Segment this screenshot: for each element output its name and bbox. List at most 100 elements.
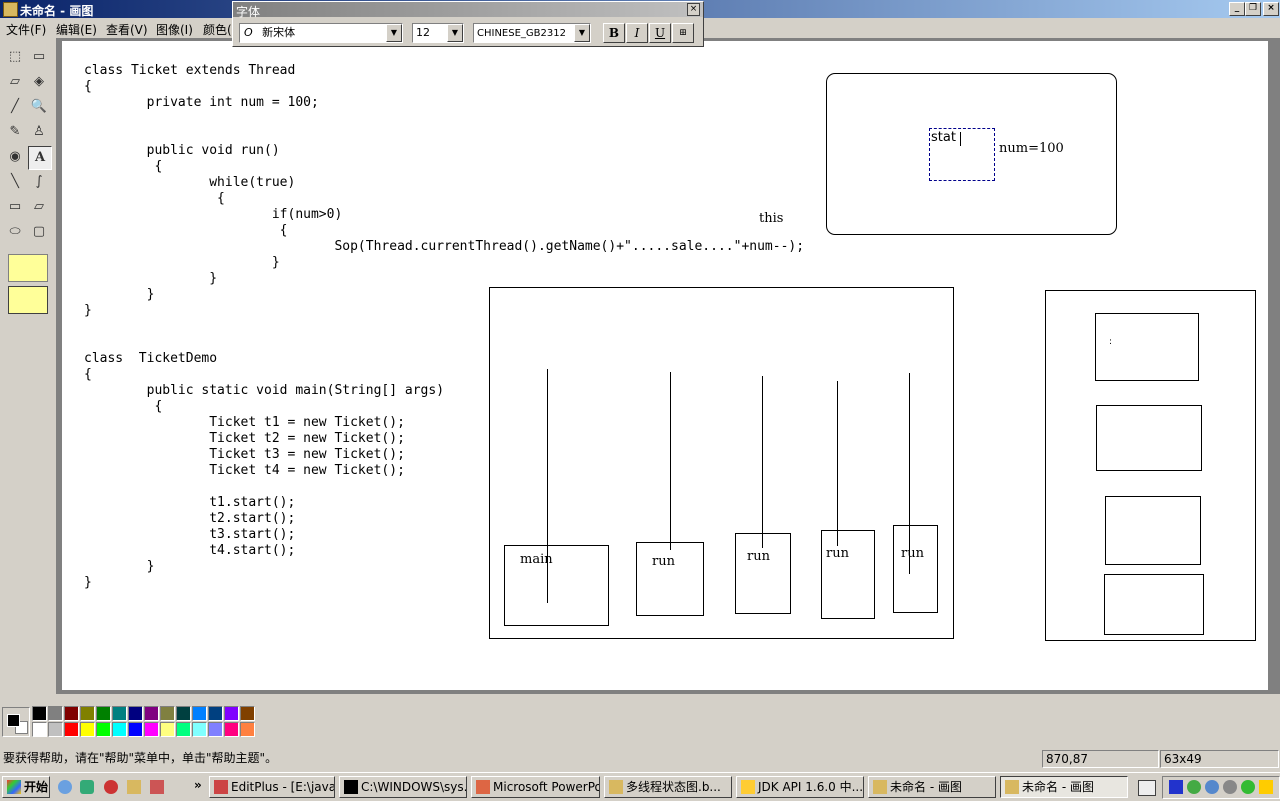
text-cursor: [960, 132, 961, 146]
palette-swatch[interactable]: [224, 722, 239, 737]
tray-settings-icon[interactable]: [1223, 780, 1237, 794]
quicklaunch-app-icon[interactable]: [80, 780, 94, 794]
palette-swatch[interactable]: [176, 722, 191, 737]
polygon-icon[interactable]: ▱: [28, 196, 50, 218]
palette-swatch[interactable]: [80, 706, 95, 721]
opaque-option-icon[interactable]: [8, 286, 48, 314]
palette-swatch[interactable]: [224, 706, 239, 721]
menu-edit[interactable]: 编辑(E): [56, 21, 97, 38]
color-picker-icon[interactable]: ╱: [4, 96, 26, 118]
task-powerpoint[interactable]: Microsoft PowerPo...: [471, 776, 600, 798]
menu-image[interactable]: 图像(I): [156, 21, 193, 38]
task-cmd[interactable]: C:\WINDOWS\sys...: [339, 776, 467, 798]
bold-button[interactable]: B: [603, 23, 625, 43]
tray-network-icon[interactable]: [1169, 780, 1183, 794]
palette-swatch[interactable]: [48, 722, 63, 737]
palette-swatch[interactable]: [32, 706, 47, 721]
task-paint-1[interactable]: 未命名 - 画图: [868, 776, 996, 798]
palette-swatch[interactable]: [96, 722, 111, 737]
chevron-down-icon[interactable]: ▼: [386, 24, 402, 42]
palette-swatch[interactable]: [192, 706, 207, 721]
palette-swatch[interactable]: [64, 722, 79, 737]
palette-swatch[interactable]: [160, 722, 175, 737]
palette-swatch[interactable]: [128, 722, 143, 737]
code-line: }: [84, 303, 92, 318]
paint-app-icon[interactable]: [3, 2, 18, 17]
paint-icon: [609, 780, 623, 794]
palette-swatch[interactable]: [112, 706, 127, 721]
tray-globe-icon[interactable]: [1205, 780, 1219, 794]
magnifier-icon[interactable]: 🔍: [28, 96, 50, 118]
palette-swatch[interactable]: [240, 706, 255, 721]
transparent-option-icon[interactable]: [8, 254, 48, 282]
close-button[interactable]: ×: [1263, 2, 1279, 16]
palette-swatch[interactable]: [208, 706, 223, 721]
palette-swatch[interactable]: [64, 706, 79, 721]
brush-icon[interactable]: ♙: [28, 121, 50, 143]
quicklaunch-paint-icon[interactable]: [127, 780, 141, 794]
tray-app-icon[interactable]: [1187, 780, 1201, 794]
text-tool-input[interactable]: stat: [931, 130, 956, 145]
palette-swatch[interactable]: [80, 722, 95, 737]
rectangle-icon[interactable]: ▭: [4, 196, 26, 218]
ellipse-icon[interactable]: ⬭: [4, 221, 26, 243]
keyboard-icon[interactable]: [1138, 780, 1156, 796]
menu-colors[interactable]: 颜色(: [203, 21, 232, 38]
quicklaunch-media-icon[interactable]: [104, 780, 118, 794]
italic-button[interactable]: I: [626, 23, 648, 43]
line-icon[interactable]: ╲: [4, 171, 26, 193]
tray-shield-icon[interactable]: [1259, 780, 1273, 794]
task-paint-active[interactable]: 未命名 - 画图: [1000, 776, 1128, 798]
palette-swatch[interactable]: [112, 722, 127, 737]
charset-select[interactable]: CHINESE_GB2312 ▼: [473, 23, 591, 43]
rect-select-icon[interactable]: ▭: [28, 46, 50, 68]
drawing-canvas[interactable]: class Ticket extends Thread{ private int…: [62, 41, 1268, 690]
stack-box-3: [1105, 496, 1201, 565]
palette-swatch[interactable]: [32, 722, 47, 737]
palette-swatch[interactable]: [128, 706, 143, 721]
code-line: class TicketDemo: [84, 351, 218, 366]
curve-icon[interactable]: ∫: [28, 171, 50, 193]
status-size: 63x49: [1160, 750, 1279, 768]
start-button[interactable]: 开始: [2, 776, 50, 798]
palette-swatch[interactable]: [208, 722, 223, 737]
quicklaunch-other-icon[interactable]: [150, 780, 164, 794]
palette-swatch[interactable]: [144, 706, 159, 721]
font-size-select[interactable]: 12 ▼: [412, 23, 464, 43]
palette-swatch[interactable]: [160, 706, 175, 721]
palette-swatch[interactable]: [176, 706, 191, 721]
menu-view[interactable]: 查看(V): [106, 21, 148, 38]
text-tool-icon[interactable]: A: [28, 146, 52, 170]
thread-label-run-3: run: [826, 546, 849, 561]
task-editplus[interactable]: EditPlus - [E:\java...: [209, 776, 335, 798]
task-label: Microsoft PowerPo...: [493, 780, 599, 794]
palette-swatch[interactable]: [192, 722, 207, 737]
font-name-select[interactable]: O 新宋体 ▼: [239, 23, 403, 43]
font-toolbar-close-button[interactable]: ×: [687, 3, 700, 16]
chevron-down-icon[interactable]: ▼: [574, 24, 590, 42]
color-palette: [0, 704, 300, 744]
maximize-button[interactable]: ❐: [1245, 2, 1261, 16]
font-toolbar: 字体 × O 新宋体 ▼ 12 ▼ CHINESE_GB2312 ▼ B I U…: [232, 1, 704, 47]
underline-button[interactable]: U: [649, 23, 671, 43]
free-select-icon[interactable]: ⬚: [4, 46, 26, 68]
minimize-button[interactable]: _: [1229, 2, 1245, 16]
quicklaunch-ie-icon[interactable]: [58, 780, 72, 794]
task-paint-diagram[interactable]: 多线程状态图.b...: [604, 776, 732, 798]
task-jdk-api[interactable]: JDK API 1.6.0 中...: [736, 776, 864, 798]
text-tool-box[interactable]: stat: [929, 128, 995, 181]
fill-bucket-icon[interactable]: ◈: [28, 71, 50, 93]
chevron-down-icon[interactable]: ▼: [447, 24, 463, 42]
menu-file[interactable]: 文件(F): [6, 21, 46, 38]
rounded-rect-icon[interactable]: ▢: [28, 221, 50, 243]
pencil-icon[interactable]: ✎: [4, 121, 26, 143]
airbrush-icon[interactable]: ◉: [4, 146, 26, 168]
palette-swatch[interactable]: [48, 706, 63, 721]
palette-swatch[interactable]: [144, 722, 159, 737]
palette-swatch[interactable]: [240, 722, 255, 737]
eraser-icon[interactable]: ▱: [4, 71, 26, 93]
vertical-text-icon[interactable]: ⊞: [672, 23, 694, 43]
chevron-more-icon[interactable]: »: [194, 778, 202, 792]
tray-update-icon[interactable]: [1241, 780, 1255, 794]
palette-swatch[interactable]: [96, 706, 111, 721]
